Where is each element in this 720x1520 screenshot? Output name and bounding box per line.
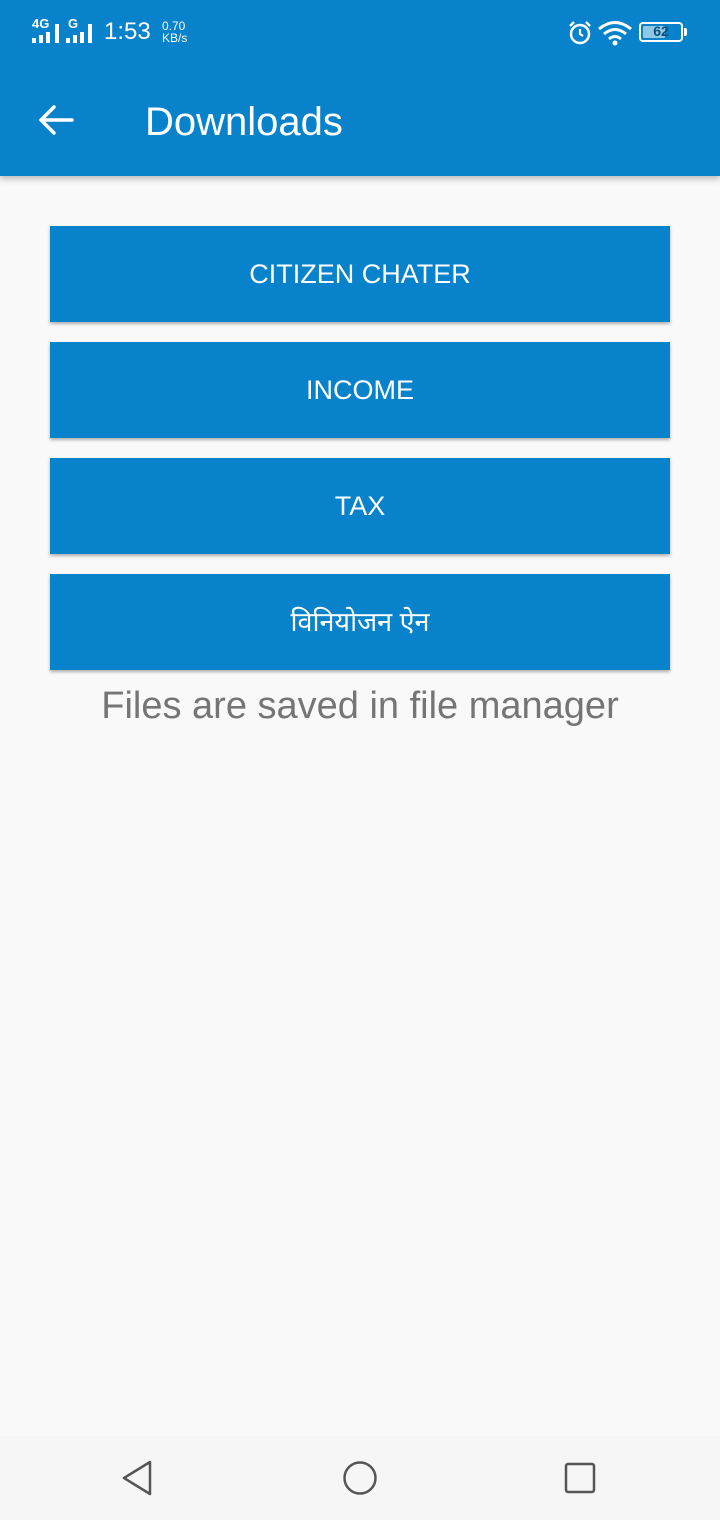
- battery-level: 62: [653, 23, 669, 39]
- alarm-icon: [569, 21, 591, 45]
- recents-square-icon[interactable]: [560, 1458, 600, 1498]
- network-speed-unit: KB/s: [162, 31, 188, 45]
- app-bar: 4G G 1:53 0.70 KB/s 62 Downloads: [0, 0, 720, 176]
- home-circle-icon[interactable]: [340, 1458, 380, 1498]
- battery-icon: 62: [639, 22, 683, 42]
- wifi-icon: [598, 21, 632, 46]
- citizen-charter-button[interactable]: CITIZEN CHATER: [50, 226, 670, 322]
- back-triangle-icon[interactable]: [117, 1458, 157, 1498]
- files-saved-note: Files are saved in file manager: [101, 685, 619, 727]
- status-bar: 4G G 1:53 0.70 KB/s 62: [0, 0, 720, 66]
- tax-button[interactable]: TAX: [50, 458, 670, 554]
- network-speed: 0.70 KB/s: [162, 20, 202, 44]
- navigation-bar: [0, 1436, 720, 1520]
- battery-tip: [684, 28, 687, 36]
- page-title: Downloads: [145, 100, 343, 144]
- income-button[interactable]: INCOME: [50, 342, 670, 438]
- signal-icon: G: [66, 16, 98, 44]
- appropriation-act-button[interactable]: विनियोजन ऐन: [50, 574, 670, 670]
- clock: 1:53: [104, 18, 151, 45]
- signal-icon: 4G: [32, 16, 62, 44]
- arrow-left-icon[interactable]: [36, 100, 76, 140]
